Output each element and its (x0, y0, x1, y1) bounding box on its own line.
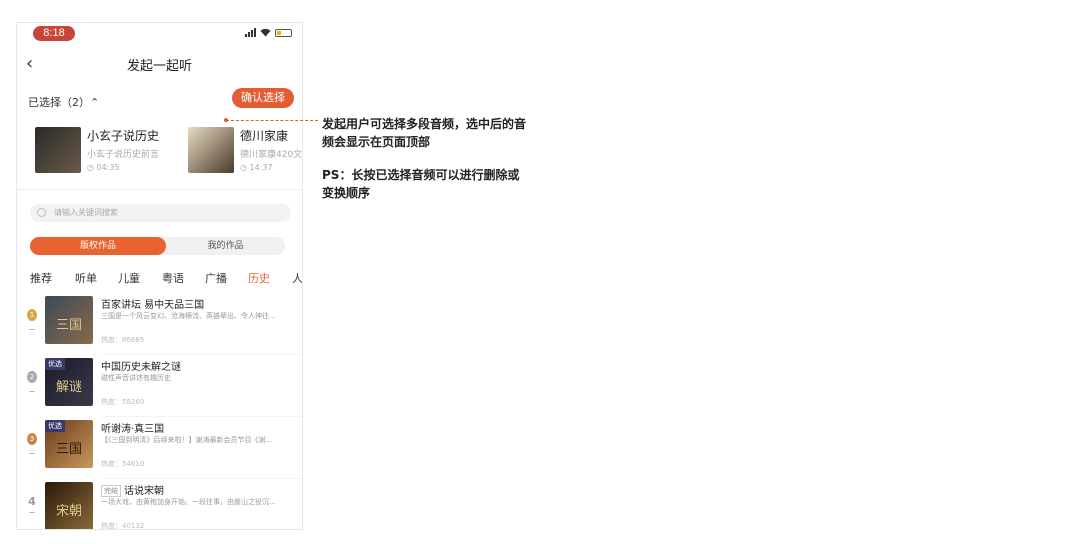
selected-audio-duration: ◷ 04:35 (87, 163, 120, 172)
category-tab[interactable]: 儿童 (118, 270, 140, 286)
featured-badge: 优选 (45, 420, 65, 432)
selected-audio-item[interactable]: 德川家康 德川家康420文 ◷ 14:37 (188, 127, 303, 187)
album-desc: 三国是一个风云变幻、沧海横流、英雄辈出、令人神往... (101, 312, 276, 320)
category-tabs: 推荐 听单 儿童 粤语 广播 历史 人 (17, 268, 302, 286)
phone-screen: 8:18 ‹ 发起一起听 已选择（2）⌃ 确认选择 小玄子说历史 小玄子说历史前… (16, 22, 303, 530)
search-placeholder: 请输入关键词搜索 (54, 208, 118, 217)
status-time: 8:18 (33, 26, 75, 41)
album-hot: 热度：40132 (101, 522, 145, 530)
page-title: 发起一起听 (126, 59, 192, 74)
battery-icon (275, 28, 292, 37)
rank-3-medal-icon: 3 (25, 433, 39, 454)
selected-header: 已选择（2）⌃ 确认选择 (17, 85, 302, 117)
signal-icon (245, 28, 256, 37)
category-tab-active[interactable]: 历史 (248, 270, 270, 286)
album-desc: 【《三国到明清》后续来啦！】谢涛最新会员节目《谢... (101, 436, 273, 444)
selected-audio-title: 小玄子说历史 (87, 129, 160, 143)
finished-tag: 完结 (101, 485, 121, 497)
search-icon (37, 208, 46, 217)
tab-my-works[interactable]: 我的作品 (166, 237, 285, 255)
selected-count-toggle[interactable]: 已选择（2）⌃ (28, 94, 99, 110)
rank-number: 4 (25, 495, 39, 513)
selected-audio-cover (35, 127, 81, 173)
category-tab[interactable]: 推荐 (30, 270, 52, 286)
album-title: 听谢涛·真三国 (101, 424, 165, 435)
selected-audio-duration: ◷ 14:37 (240, 163, 273, 172)
list-item[interactable]: 2 优选 解谜 中国历史未解之谜 磁性声音讲述有趣历史 热度：58260 (17, 355, 302, 417)
search-input[interactable]: 请输入关键词搜索 (30, 204, 291, 222)
selected-audio-list: 小玄子说历史 小玄子说历史前言 ◷ 04:35 德川家康 德川家康420文 ◷ … (17, 127, 303, 187)
segment-control: 版权作品 我的作品 (30, 237, 285, 255)
selected-audio-desc: 小玄子说历史前言 (87, 150, 160, 160)
album-hot: 热度：58260 (101, 398, 145, 406)
category-tab[interactable]: 听单 (75, 270, 97, 286)
category-tab[interactable]: 广播 (205, 270, 227, 286)
selected-audio-cover (188, 127, 234, 173)
divider (17, 189, 302, 190)
confirm-selection-button[interactable]: 确认选择 (232, 88, 294, 108)
album-cover: 三国 (45, 296, 93, 344)
album-title: 完结 话说宋朝 (101, 482, 164, 497)
category-tab[interactable]: 粤语 (162, 270, 184, 286)
album-cover: 优选 三国 (45, 420, 93, 468)
rank-2-medal-icon: 2 (25, 371, 39, 392)
system-icons (245, 28, 292, 37)
rank-1-medal-icon: 1 (25, 309, 39, 330)
album-title: 百家讲坛 易中天品三国 (101, 300, 205, 311)
album-desc: 磁性声音讲述有趣历史 (101, 374, 171, 382)
album-cover: 宋朝 (45, 482, 93, 529)
selected-audio-desc: 德川家康420文 (240, 150, 303, 160)
selected-audio-title: 德川家康 (240, 129, 289, 143)
wifi-icon (260, 28, 271, 37)
selected-audio-item[interactable]: 小玄子说历史 小玄子说历史前言 ◷ 04:35 (35, 127, 185, 187)
album-desc: 一场大戏，由黄袍加身开始。一段往事，由崖山之役沉... (101, 498, 276, 506)
list-item[interactable]: 3 优选 三国 听谢涛·真三国 【《三国到明清》后续来啦！】谢涛最新会员节目《谢.… (17, 417, 302, 479)
featured-badge: 优选 (45, 358, 65, 370)
category-tab[interactable]: 人 (292, 270, 302, 286)
annotation-connector (226, 120, 318, 121)
list-item[interactable]: 1 三国 百家讲坛 易中天品三国 三国是一个风云变幻、沧海横流、英雄辈出、令人神… (17, 293, 302, 355)
album-cover: 优选 解谜 (45, 358, 93, 406)
list-item[interactable]: 4 宋朝 完结 话说宋朝 一场大戏，由黄袍加身开始。一段往事，由崖山之役沉... … (17, 479, 302, 530)
album-hot: 热度：54610 (101, 460, 145, 468)
nav-bar: ‹ 发起一起听 (17, 43, 302, 85)
annotation-note-selection: 发起用户可选择多段音频，选中后的音频会显示在页面顶部 (322, 117, 527, 149)
album-hot: 热度：86685 (101, 336, 145, 344)
album-title: 中国历史未解之谜 (101, 362, 181, 373)
annotation-note-ps: PS：长按已选择音频可以进行删除或变换顺序 (322, 168, 520, 200)
status-bar: 8:18 (17, 23, 302, 43)
tab-copyright-works[interactable]: 版权作品 (30, 237, 166, 255)
